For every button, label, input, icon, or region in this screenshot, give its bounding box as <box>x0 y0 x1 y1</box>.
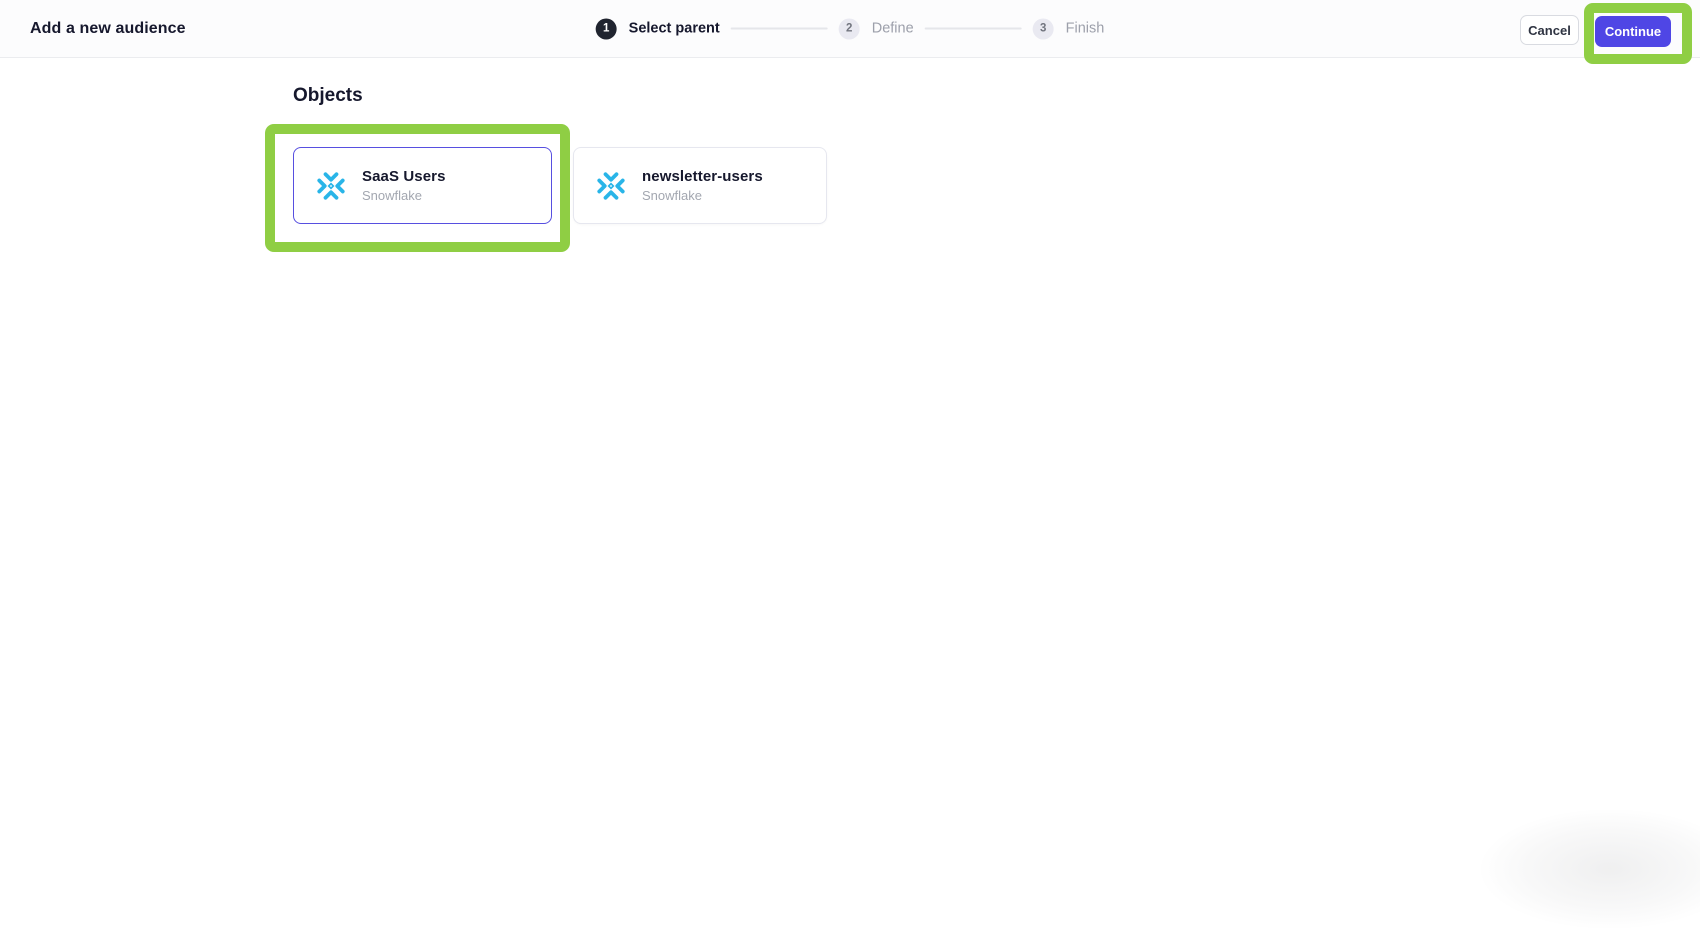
step-1-label: Select parent <box>628 20 720 37</box>
object-card-saas-users[interactable]: SaaS Users Snowflake <box>293 147 552 224</box>
step-3-label: Finish <box>1065 20 1105 37</box>
page-title: Add a new audience <box>30 19 186 37</box>
header-bar: Add a new audience 1 Select parent 2 Def… <box>0 0 1700 58</box>
step-select-parent[interactable]: 1 Select parent <box>595 18 720 39</box>
wizard-stepper: 1 Select parent 2 Define 3 Finish <box>595 18 1105 39</box>
step-2-circle: 2 <box>838 18 860 39</box>
step-finish[interactable]: 3 Finish <box>1032 18 1105 39</box>
snowflake-icon <box>317 171 345 200</box>
object-name: SaaS Users <box>362 168 446 185</box>
snowflake-icon <box>597 171 625 200</box>
object-name: newsletter-users <box>642 168 763 185</box>
step-connector-line <box>924 27 1022 30</box>
object-card-newsletter-users[interactable]: newsletter-users Snowflake <box>573 147 827 224</box>
step-define[interactable]: 2 Define <box>838 18 914 39</box>
object-source: Snowflake <box>362 188 422 203</box>
step-1-circle: 1 <box>595 18 617 39</box>
corner-widget-shadow <box>1480 809 1700 929</box>
step-connector-line <box>730 27 828 30</box>
step-2-label: Define <box>871 20 914 37</box>
object-source: Snowflake <box>642 188 702 203</box>
step-3-circle: 3 <box>1032 18 1054 39</box>
continue-button[interactable]: Continue <box>1595 16 1671 47</box>
objects-section-title: Objects <box>293 85 363 106</box>
object-card-text: SaaS Users Snowflake <box>362 168 446 203</box>
cancel-button[interactable]: Cancel <box>1520 15 1579 45</box>
object-card-text: newsletter-users Snowflake <box>642 168 763 203</box>
